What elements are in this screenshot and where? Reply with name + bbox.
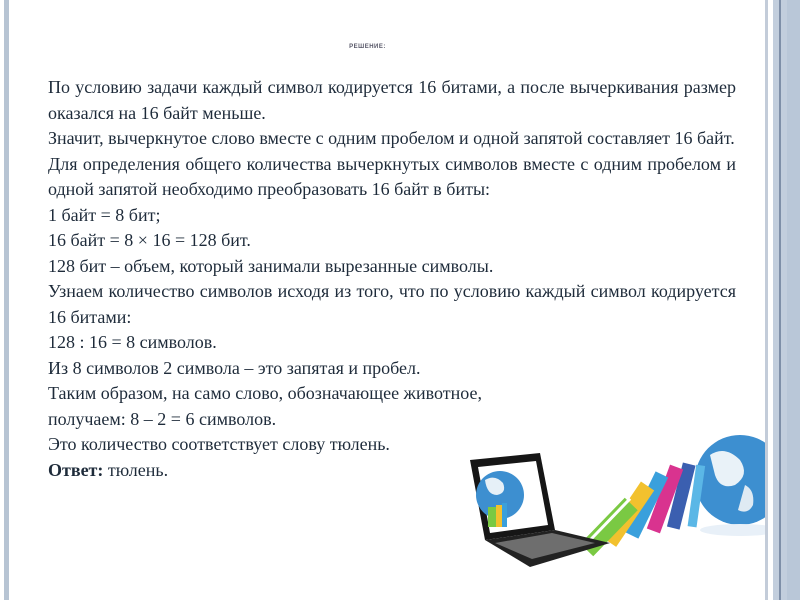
right-border-dark-line [779,0,781,600]
paragraph: Таким образом, на само слово, обозначающ… [48,383,482,403]
paragraph: 128 бит – объем, который занимали выреза… [48,255,494,276]
paragraph: 16 байт = 8 × 16 = 128 бит. [48,230,251,250]
globe-icon [695,435,765,536]
left-border-strip [4,0,9,600]
solution-text: По условию задачи каждый символ кодирует… [48,75,736,483]
paragraph: Значит, вычеркнутое слово вместе с одним… [48,128,735,148]
right-border-line [765,0,768,600]
right-border-outer-band [787,0,800,600]
paragraph: По условию задачи каждый символ кодирует… [48,77,736,123]
paragraph: Из 8 символов 2 символа – это запятая и … [48,357,421,378]
right-border-frame [765,0,800,600]
answer-label: Ответ: [48,459,104,480]
paragraph: 128 : 16 = 8 символов. [48,332,217,352]
paragraph: 1 байт = 8 бит; [48,204,161,225]
laptop-books-globe-illustration [470,435,765,567]
slide-heading: РЕШЕНИЕ: [349,44,386,50]
answer-value: тюлень. [103,459,169,480]
paragraph: Для определения общего количества вычерк… [48,153,736,200]
paragraph: Узнаем количество символов исходя из тог… [48,281,736,327]
